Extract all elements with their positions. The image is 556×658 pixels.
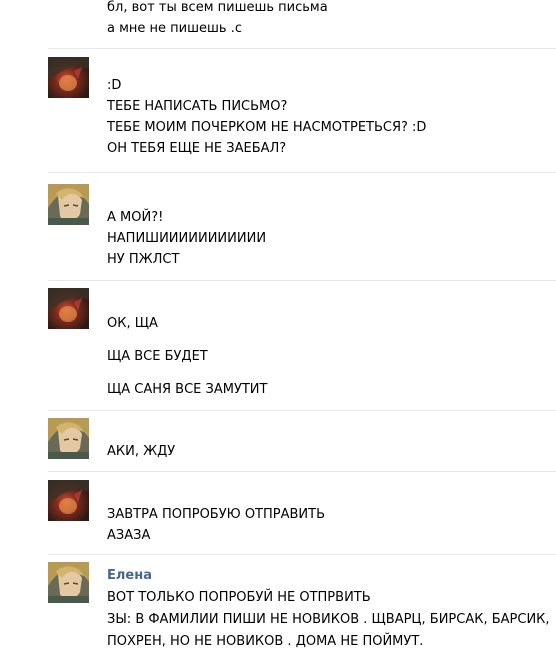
message-text: А МОЙ?! [107, 210, 164, 225]
message-text: ОК, ЩА [107, 316, 158, 331]
avatar-blonde[interactable] [48, 418, 89, 459]
message-divider [48, 172, 556, 173]
message-divider [48, 554, 556, 555]
message-text: ЩА ВСЕ БУДЕТ [107, 349, 208, 364]
message-divider [48, 48, 556, 49]
message-divider [48, 280, 556, 281]
avatar-dark-red[interactable] [48, 288, 89, 329]
author-link[interactable]: Елена [107, 568, 152, 584]
message-text: НАПИШИИИИИИИИИИИ [107, 231, 267, 246]
avatar-dark-red[interactable] [48, 480, 89, 521]
message-text: ТЕБЕ НАПИСАТЬ ПИСЬМО? [107, 99, 288, 114]
avatar-blonde[interactable] [48, 562, 89, 603]
message-text: ВОТ ТОЛЬКО ПОПРОБУЙ НЕ ОТПРВИТЬ [107, 590, 371, 605]
message-text: АЗАЗА [107, 528, 151, 543]
message-text: бл, вот ты всем пишешь письма [107, 0, 328, 15]
avatar-blonde[interactable] [48, 184, 89, 225]
message-divider [48, 410, 556, 411]
message-text: ЩА САНЯ ВСЕ ЗАМУТИТ [107, 382, 268, 397]
avatar-dark-red[interactable] [48, 57, 89, 98]
message-text: ПОХРЕН, НО НЕ НОВИКОВ . ДОМА НЕ ПОЙМУТ. [107, 634, 424, 649]
message-text: ТЕБЕ МОИМ ПОЧЕРКОМ НЕ НАСМОТРЕТЬСЯ? :D [107, 120, 427, 135]
message-text: :D [107, 78, 122, 93]
message-text: АКИ, ЖДУ [107, 444, 176, 459]
message-text: а мне не пишешь .с [107, 21, 242, 36]
message-text: ЗАВТРА ПОПРОБУЮ ОТПРАВИТЬ [107, 507, 325, 522]
message-text: ОН ТЕБЯ ЕЩЕ НЕ ЗАЕБАЛ? [107, 141, 287, 156]
message-text: ЗЫ: В ФАМИЛИИ ПИШИ НЕ НОВИКОВ . ЩВАРЦ, Б… [107, 612, 550, 627]
message-divider [48, 471, 556, 472]
message-text: НУ ПЖЛСТ [107, 252, 180, 267]
